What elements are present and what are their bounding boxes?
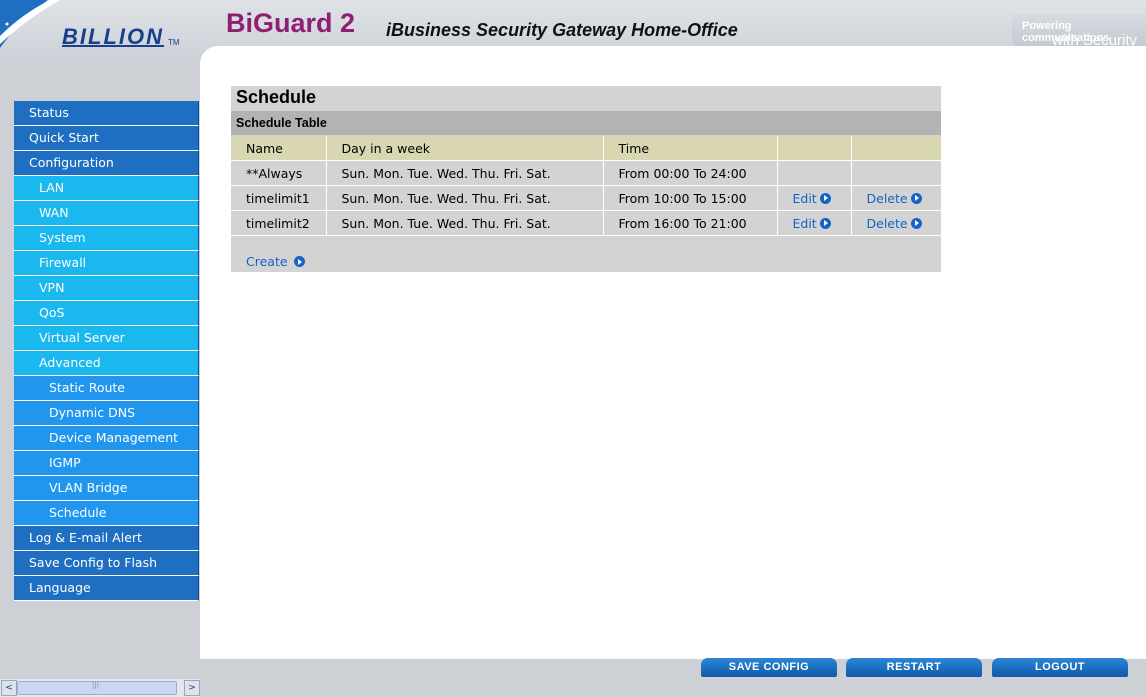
biguard-logo: BiGuard 2 xyxy=(226,8,356,38)
create-schedule-link[interactable]: Create xyxy=(246,254,305,269)
sidebar-item-advanced[interactable]: Advanced xyxy=(14,351,199,376)
schedule-table: Name Day in a week Time **Always Sun. Mo… xyxy=(231,136,941,236)
cell-time: From 00:00 To 24:00 xyxy=(603,160,778,186)
save-config-button[interactable]: SAVE CONFIG xyxy=(701,658,837,677)
cell-time: From 10:00 To 15:00 xyxy=(603,185,778,211)
sidebar-item-virtual-server[interactable]: Virtual Server xyxy=(14,326,199,351)
arrow-right-circle-icon xyxy=(819,217,831,229)
delete-label: Delete xyxy=(866,190,908,206)
edit-timelimit2-link[interactable]: Edit xyxy=(793,216,831,231)
edit-timelimit1-link[interactable]: Edit xyxy=(793,191,831,206)
cell-name: timelimit2 xyxy=(231,210,327,236)
sidebar-item-vlan-bridge[interactable]: VLAN Bridge xyxy=(14,476,199,501)
arrow-right-circle-icon xyxy=(910,217,922,229)
sidebar-item-dynamic-dns[interactable]: Dynamic DNS xyxy=(14,401,199,426)
sidebar-item-static-route[interactable]: Static Route xyxy=(14,376,199,401)
column-header-delete xyxy=(851,136,941,161)
billion-logo: BILLION xyxy=(62,24,164,49)
column-header-name: Name xyxy=(231,136,327,161)
product-title: iBusiness Security Gateway Home-Office xyxy=(386,20,738,40)
cell-time: From 16:00 To 21:00 xyxy=(603,210,778,236)
corner-swoosh-icon xyxy=(0,0,60,48)
sidebar-item-log-email-alert[interactable]: Log & E-mail Alert xyxy=(14,526,199,551)
sidebar-item-device-management[interactable]: Device Management xyxy=(14,426,199,451)
logout-button[interactable]: LOGOUT xyxy=(992,658,1128,677)
sidebar-item-status[interactable]: Status xyxy=(14,101,199,126)
delete-timelimit2-link[interactable]: Delete xyxy=(867,216,922,231)
scroll-thumb[interactable]: ||| xyxy=(17,681,177,695)
schedule-table-title: Schedule Table xyxy=(236,116,327,130)
cell-days: Sun. Mon. Tue. Wed. Thu. Fri. Sat. xyxy=(326,210,604,236)
cell-edit: Edit xyxy=(777,210,852,236)
sidebar-item-quick-start[interactable]: Quick Start xyxy=(14,126,199,151)
arrow-right-circle-icon xyxy=(819,192,831,204)
table-row: **Always Sun. Mon. Tue. Wed. Thu. Fri. S… xyxy=(231,160,941,186)
cell-days: Sun. Mon. Tue. Wed. Thu. Fri. Sat. xyxy=(326,185,604,211)
arrow-right-circle-icon xyxy=(910,192,922,204)
edit-label: Edit xyxy=(792,190,817,206)
column-header-time: Time xyxy=(603,136,778,161)
cell-days: Sun. Mon. Tue. Wed. Thu. Fri. Sat. xyxy=(326,160,604,186)
column-header-edit xyxy=(777,136,852,161)
sidebar-item-system[interactable]: System xyxy=(14,226,199,251)
cell-name: timelimit1 xyxy=(231,185,327,211)
cell-edit-empty xyxy=(777,160,852,186)
cell-delete: Delete xyxy=(851,210,941,236)
scroll-left-icon[interactable]: < xyxy=(1,680,17,696)
sidebar-item-vpn[interactable]: VPN xyxy=(14,276,199,301)
scroll-grip-icon: ||| xyxy=(92,681,100,689)
delete-timelimit1-link[interactable]: Delete xyxy=(867,191,922,206)
scroll-right-icon[interactable]: > xyxy=(184,680,200,696)
sidebar-item-save-config-to-flash[interactable]: Save Config to Flash xyxy=(14,551,199,576)
sidebar-item-qos[interactable]: QoS xyxy=(14,301,199,326)
cell-edit: Edit xyxy=(777,185,852,211)
table-header-row: Name Day in a week Time xyxy=(231,136,941,161)
create-label: Create xyxy=(246,254,288,269)
schedule-panel: Schedule Schedule Table Name Day in a we… xyxy=(231,86,941,272)
cell-delete-empty xyxy=(851,160,941,186)
schedule-table-header: Schedule Table xyxy=(231,111,941,135)
sidebar-item-lan[interactable]: LAN xyxy=(14,176,199,201)
sidebar-item-wan[interactable]: WAN xyxy=(14,201,199,226)
restart-button[interactable]: RESTART xyxy=(846,658,982,677)
sidebar-item-language[interactable]: Language xyxy=(14,576,199,601)
sidebar-item-firewall[interactable]: Firewall xyxy=(14,251,199,276)
cell-delete: Delete xyxy=(851,185,941,211)
sidebar-nav: Status Quick Start Configuration LAN WAN… xyxy=(14,101,199,601)
page-title: Schedule xyxy=(236,87,317,107)
billion-trademark: TM xyxy=(168,38,180,47)
column-header-day: Day in a week xyxy=(326,136,604,161)
cell-name: **Always xyxy=(231,160,327,186)
sidebar-item-igmp[interactable]: IGMP xyxy=(14,451,199,476)
sidebar-item-schedule[interactable]: Schedule xyxy=(14,501,199,526)
table-row: timelimit1 Sun. Mon. Tue. Wed. Thu. Fri.… xyxy=(231,185,941,211)
table-row: timelimit2 Sun. Mon. Tue. Wed. Thu. Fri.… xyxy=(231,210,941,236)
edit-label: Edit xyxy=(792,215,817,231)
delete-label: Delete xyxy=(866,215,908,231)
horizontal-scrollbar[interactable]: < ||| > xyxy=(0,679,200,697)
arrow-right-circle-icon xyxy=(293,256,305,267)
sidebar-item-configuration[interactable]: Configuration xyxy=(14,151,199,176)
